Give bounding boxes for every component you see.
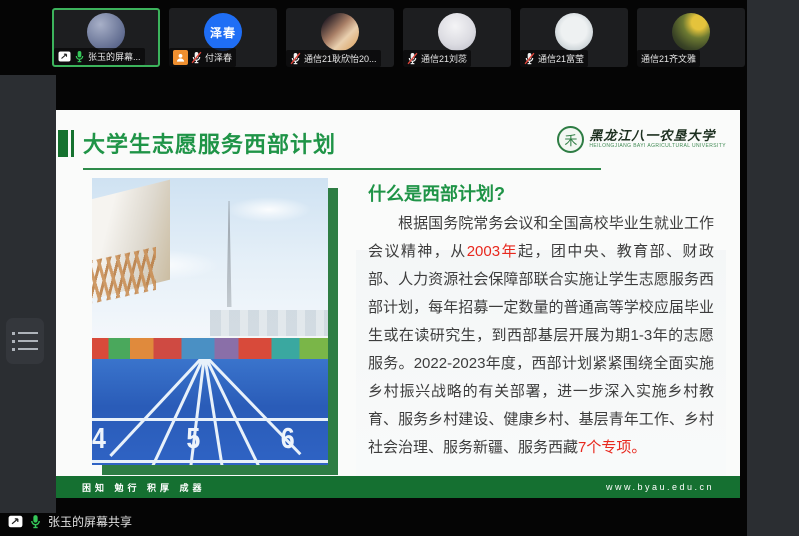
participant-tile-qiwenya[interactable]: 通信21齐文雅	[637, 8, 745, 67]
participant-namebar: 张玉的屏幕...	[54, 48, 145, 65]
lane-number: 4	[92, 422, 106, 455]
host-badge-icon	[173, 50, 188, 65]
website-url: www.byau.edu.cn	[606, 482, 714, 492]
participant-namebar: 通信21刘蕊	[403, 50, 471, 67]
avatar: 泽春	[204, 13, 242, 51]
shared-screen-slide: 大学生志愿服务西部计划 禾 黑龙江八一农垦大学 HEILONGJIANG BAY…	[56, 110, 740, 498]
photo-stadium-seats	[92, 336, 328, 361]
avatar	[438, 13, 476, 51]
participant-name: 付泽春	[205, 51, 232, 64]
participant-tile-gengxinyi[interactable]: 通信21耿欣怡20...	[286, 8, 394, 67]
avatar	[555, 13, 593, 51]
participant-name: 通信21富莹	[538, 52, 584, 65]
floating-list-button[interactable]	[6, 318, 44, 364]
avatar	[672, 13, 710, 51]
participant-tile-zhangyu[interactable]: 张玉的屏幕...	[52, 8, 160, 67]
share-banner-text: 张玉的屏幕共享	[48, 513, 132, 530]
university-name-cn: 黑龙江八一农垦大学	[589, 130, 726, 144]
mic-muted-icon	[290, 52, 301, 65]
participant-tile-liurui[interactable]: 通信21刘蕊	[403, 8, 511, 67]
participant-name: 张玉的屏幕...	[88, 50, 141, 63]
mic-on-icon	[74, 50, 85, 63]
participant-tile-fuying[interactable]: 通信21富莹	[520, 8, 628, 67]
photo-running-track: 4 5 6	[92, 359, 328, 465]
screen-share-icon	[58, 51, 71, 62]
paragraph-part: 起，团中央、教育部、财政部、人力资源社会保障部联合实施让学生志愿服务西部计划，每…	[368, 243, 714, 456]
title-accent-bar-thin	[71, 130, 74, 157]
mic-muted-icon	[191, 51, 202, 64]
body-paragraph: 根据国务院常务会议和全国高校毕业生就业工作会议精神，从2003年起，团中央、教育…	[368, 210, 714, 462]
screen-share-banner: 张玉的屏幕共享	[8, 513, 132, 530]
mic-muted-icon	[407, 52, 418, 65]
university-name-en: HEILONGJIANG BAYI AGRICULTURAL UNIVERSIT…	[589, 144, 726, 150]
section-heading: 什么是西部计划?	[368, 180, 505, 206]
university-seal-icon: 禾	[557, 126, 584, 153]
highlight-year: 2003年	[467, 243, 518, 260]
paragraph-part: 。	[631, 439, 646, 456]
participant-tile-fuzechun[interactable]: 泽春 付泽春	[169, 8, 277, 67]
avatar	[87, 13, 125, 51]
screen-share-icon	[8, 515, 23, 528]
stadium-photo: 4 5 6	[92, 178, 328, 465]
participant-strip: 张玉的屏幕... 泽春 付泽春 通信21耿欣怡20... 通信21刘蕊 通信	[52, 8, 745, 67]
university-logo: 禾 黑龙江八一农垦大学 HEILONGJIANG BAYI AGRICULTUR…	[557, 126, 726, 153]
highlight-projects: 7个专项	[578, 439, 631, 456]
participant-namebar: 通信21齐文雅	[637, 50, 700, 67]
mic-muted-icon	[524, 52, 535, 65]
title-underline	[83, 168, 601, 170]
slide-title: 大学生志愿服务西部计划	[83, 127, 336, 159]
participant-namebar: 通信21耿欣怡20...	[286, 50, 381, 67]
participant-name: 通信21齐文雅	[641, 52, 696, 65]
participant-namebar: 付泽春	[169, 48, 236, 67]
lane-number: 6	[281, 422, 295, 455]
mic-on-icon	[29, 514, 42, 529]
slide-header: 大学生志愿服务西部计划 禾 黑龙江八一农垦大学 HEILONGJIANG BAY…	[56, 124, 740, 174]
school-motto: 困知 勉行 积厚 成器	[82, 481, 206, 494]
lane-number: 5	[186, 422, 200, 455]
participant-namebar: 通信21富莹	[520, 50, 588, 67]
right-panel-gutter	[747, 0, 799, 536]
avatar-initials: 泽春	[210, 24, 236, 41]
participant-name: 通信21刘蕊	[421, 52, 467, 65]
left-panel-gutter	[0, 75, 56, 513]
participant-name: 通信21耿欣怡20...	[304, 52, 377, 65]
avatar	[321, 13, 359, 51]
photo-buildings	[210, 310, 328, 336]
slide-footer: 困知 勉行 积厚 成器 www.byau.edu.cn	[56, 476, 740, 498]
title-accent-bar	[58, 130, 68, 157]
